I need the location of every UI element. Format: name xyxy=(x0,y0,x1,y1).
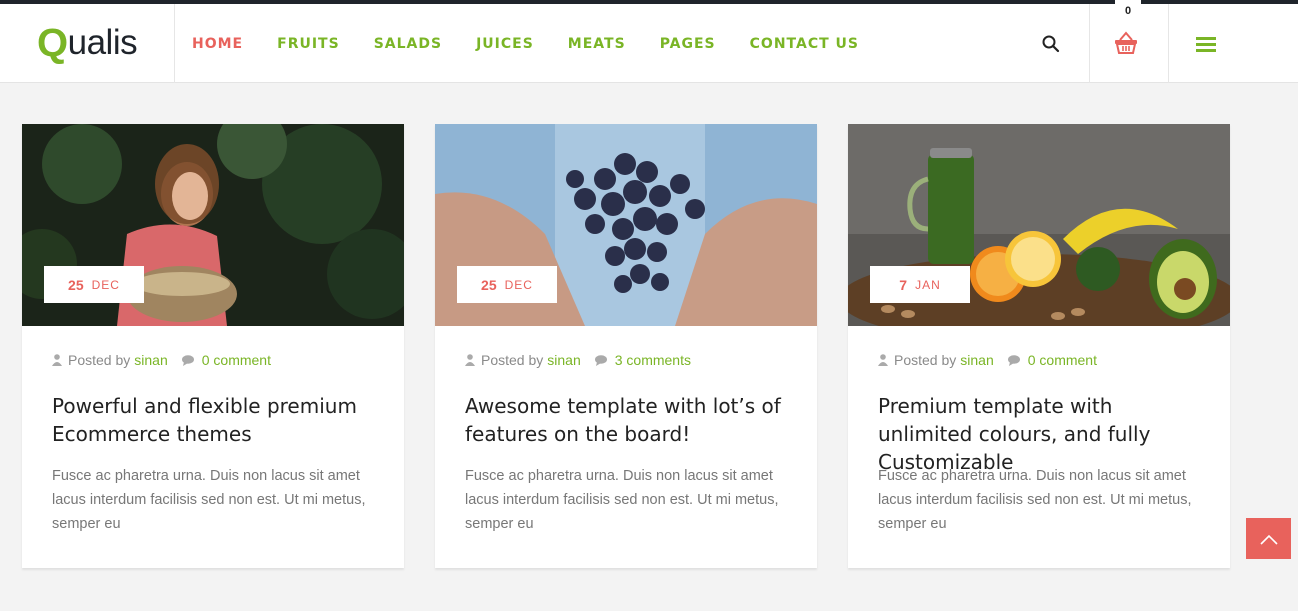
nav-meats[interactable]: MEATS xyxy=(568,36,626,52)
nav-salads[interactable]: SALADS xyxy=(374,36,442,52)
divider xyxy=(174,4,175,83)
posted-by-label: Posted by xyxy=(894,352,957,368)
chevron-up-icon xyxy=(1259,534,1278,545)
search-icon[interactable] xyxy=(1041,34,1061,54)
blog-card: 25 DEC Posted by sinan 3 comments Awesom… xyxy=(435,124,817,568)
post-title[interactable]: Powerful and flexible premium Ecommerce … xyxy=(52,392,382,448)
cart-count-badge: 0 xyxy=(1115,0,1141,18)
site-logo[interactable]: Qualis xyxy=(37,20,138,66)
author-link[interactable]: sinan xyxy=(134,352,167,368)
post-meta: Posted by sinan 3 comments xyxy=(465,352,691,368)
date-badge: 7 JAN xyxy=(870,266,970,303)
main-nav: HOME FRUITS SALADS JUICES MEATS PAGES CO… xyxy=(192,4,893,83)
date-badge: 25 DEC xyxy=(44,266,144,303)
date-badge: 25 DEC xyxy=(457,266,557,303)
post-title[interactable]: Awesome template with lot’s of features … xyxy=(465,392,795,448)
hamburger-menu-icon[interactable] xyxy=(1196,37,1216,53)
nav-home[interactable]: HOME xyxy=(192,36,243,52)
post-meta: Posted by sinan 0 comment xyxy=(52,352,271,368)
posted-by-label: Posted by xyxy=(481,352,544,368)
post-meta: Posted by sinan 0 comment xyxy=(878,352,1097,368)
comments-link[interactable]: 0 comment xyxy=(202,352,271,368)
divider xyxy=(1089,4,1090,83)
user-icon xyxy=(465,354,475,366)
comments-icon xyxy=(181,354,194,366)
date-day: 7 xyxy=(899,276,908,293)
user-icon xyxy=(878,354,888,366)
basket-icon[interactable] xyxy=(1113,30,1139,56)
comments-link[interactable]: 3 comments xyxy=(615,352,691,368)
site-header: Qualis HOME FRUITS SALADS JUICES MEATS P… xyxy=(0,0,1298,83)
blog-card: 7 JAN Posted by sinan 0 comment Premium … xyxy=(848,124,1230,568)
post-excerpt: Fusce ac pharetra urna. Duis non lacus s… xyxy=(878,468,1192,532)
nav-juices[interactable]: JUICES xyxy=(476,36,534,52)
comments-link[interactable]: 0 comment xyxy=(1028,352,1097,368)
divider xyxy=(1168,4,1169,83)
back-to-top-button[interactable] xyxy=(1246,518,1291,559)
logo-text: ualis xyxy=(67,23,138,62)
blog-card: 25 DEC Posted by sinan 0 comment Powerfu… xyxy=(22,124,404,568)
comments-icon xyxy=(594,354,607,366)
date-day: 25 xyxy=(481,276,497,293)
post-excerpt: Fusce ac pharetra urna. Duis non lacus s… xyxy=(52,468,366,532)
date-day: 25 xyxy=(68,276,84,293)
date-month: DEC xyxy=(504,277,533,292)
user-icon xyxy=(52,354,62,366)
nav-pages[interactable]: PAGES xyxy=(660,36,716,52)
author-link[interactable]: sinan xyxy=(960,352,993,368)
author-link[interactable]: sinan xyxy=(547,352,580,368)
date-month: JAN xyxy=(915,277,941,292)
logo-q-letter: Q xyxy=(37,20,68,65)
posted-by-label: Posted by xyxy=(68,352,131,368)
nav-contact-us[interactable]: CONTACT US xyxy=(750,36,859,52)
nav-fruits[interactable]: FRUITS xyxy=(277,36,340,52)
date-month: DEC xyxy=(91,277,120,292)
post-excerpt: Fusce ac pharetra urna. Duis non lacus s… xyxy=(465,468,779,532)
comments-icon xyxy=(1007,354,1020,366)
